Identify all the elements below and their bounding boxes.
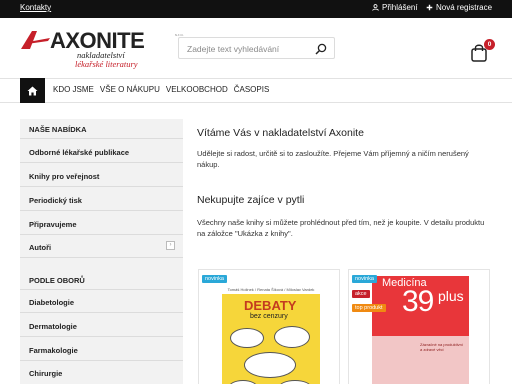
divider <box>20 312 183 313</box>
home-icon <box>27 86 38 95</box>
welcome-title: Vítáme Vás v nakladatelství Axonite <box>197 127 364 139</box>
buy-text: Všechny naše knihy si můžete prohlédnout… <box>197 218 485 238</box>
tag-new: novinka <box>202 275 227 283</box>
search-input[interactable] <box>187 42 309 55</box>
search-button[interactable] <box>315 42 327 60</box>
divider <box>20 336 183 337</box>
offer-heading: NAŠE NABÍDKA <box>29 125 87 134</box>
product-card[interactable]: Tomáš Holinek / Renata Šiková / Miloslav… <box>198 269 340 384</box>
sidebar-item-dermatology[interactable]: Dermatologie <box>29 322 77 331</box>
fields-heading: PODLE OBORŮ <box>29 276 85 285</box>
divider <box>20 210 183 211</box>
logo-mark-icon <box>21 31 50 49</box>
sidebar-item-pharmacology[interactable]: Farmakologie <box>29 346 78 355</box>
cover-title: DEBATY <box>244 298 297 313</box>
sidebar-item-diabetology[interactable]: Diabetologie <box>29 298 74 307</box>
top-bar: Kontakty Přihlášení Nová registrace <box>0 0 512 18</box>
product-cover-image[interactable]: Medicína 39 plus Zázračné na produktivní… <box>372 276 469 384</box>
speech-bubble <box>274 326 310 348</box>
cover-note: Zázračné na produktivní a zdravé věci <box>420 342 463 352</box>
home-button[interactable] <box>20 78 45 103</box>
tag-new: novinka <box>352 275 377 283</box>
register-label: Nová registrace <box>436 3 493 12</box>
speech-bubble <box>230 328 264 348</box>
sidebar-item-public-books[interactable]: Knihy pro veřejnost <box>29 172 99 181</box>
plus-icon <box>426 4 433 11</box>
speech-bubble <box>278 380 312 384</box>
cover-authors: Tomáš Holinek / Renata Šiková / Miloslav… <box>222 286 320 294</box>
cart-button[interactable]: 0 <box>470 39 495 67</box>
sidebar-item-upcoming[interactable]: Připravujeme <box>29 220 77 229</box>
cover-subtitle: bez cenzury <box>250 313 288 320</box>
sidebar-item-periodicals[interactable]: Periodický tisk <box>29 196 82 205</box>
nav-item-velkoobchod[interactable]: VELKOOBCHOD <box>166 85 228 94</box>
sidebar-item-surgery[interactable]: Chirurgie <box>29 369 62 378</box>
nav-item-casopis[interactable]: ČASOPIS <box>234 85 270 94</box>
divider <box>20 138 183 139</box>
divider <box>20 186 183 187</box>
divider <box>20 289 183 290</box>
sidebar-item-authors[interactable]: Autoři <box>29 243 51 252</box>
nav-items: KDO JSME VŠE O NÁKUPU VELKOOBCHOD ČASOPI… <box>53 85 269 94</box>
welcome-text: Udělejte si radost, určitě si to zaslouž… <box>197 149 469 169</box>
cart-count-badge: 0 <box>484 39 495 50</box>
divider <box>20 234 183 235</box>
contact-link[interactable]: Kontakty <box>20 3 51 12</box>
main-nav: KDO JSME VŠE O NÁKUPU VELKOOBCHOD ČASOPI… <box>0 78 512 103</box>
search-icon <box>315 43 327 55</box>
buy-title: Nekupujte zajíce v pytli <box>197 194 305 206</box>
login-label: Přihlášení <box>382 3 418 12</box>
tag-top-product: top produkt <box>352 304 386 312</box>
header: AXONITE s.r.o. nakladatelství lékařské l… <box>0 18 512 78</box>
nav-item-vse-o-nakupu[interactable]: VŠE O NÁKUPU <box>100 85 160 94</box>
product-card[interactable]: Medicína 39 plus Zázračné na produktivní… <box>348 269 490 384</box>
product-cover-image[interactable]: Tomáš Holinek / Renata Šiková / Miloslav… <box>222 286 320 384</box>
logo-tagline-2: lékařské literatury <box>75 59 138 69</box>
user-icon <box>372 4 379 11</box>
divider <box>20 162 183 163</box>
divider <box>20 257 183 258</box>
sidebar: NAŠE NABÍDKA Odborné lékařské publikace … <box>20 119 183 384</box>
speech-bubble <box>228 380 258 384</box>
site-logo[interactable]: AXONITE s.r.o. nakladatelství lékařské l… <box>20 28 184 69</box>
search-box <box>178 37 335 59</box>
cover-plus: plus <box>438 288 464 304</box>
speech-bubble <box>244 352 296 378</box>
register-link[interactable]: Nová registrace <box>426 3 492 12</box>
divider <box>20 360 183 361</box>
sidebar-item-publications[interactable]: Odborné lékařské publikace <box>29 148 129 157</box>
nav-item-kdo-jsme[interactable]: KDO JSME <box>53 85 94 94</box>
cover-number: 39 <box>402 285 434 318</box>
login-link[interactable]: Přihlášení <box>372 3 418 12</box>
tag-sale: akce <box>352 290 370 298</box>
expand-arrow-icon[interactable]: › <box>166 241 175 250</box>
